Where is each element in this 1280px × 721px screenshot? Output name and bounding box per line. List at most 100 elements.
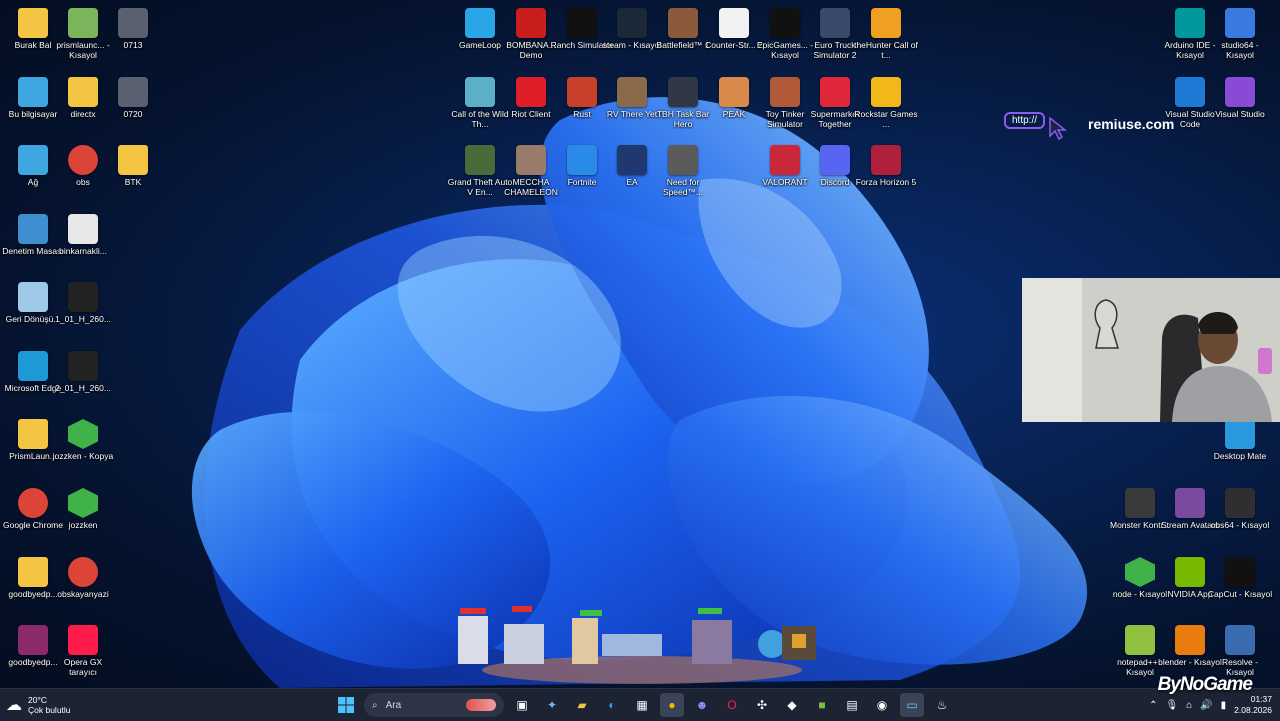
battery-icon[interactable]: ▮ bbox=[1221, 700, 1227, 711]
volume-icon[interactable]: 🔊 bbox=[1200, 700, 1212, 711]
ea-icon bbox=[617, 145, 647, 175]
desktop-shortcut-label: 0720 bbox=[123, 109, 143, 119]
taskbar: ☁ 20°C Çok bulutlu ⌕ Ara ▣ ✦ ▰ ◐ ▦ ● ☻ O… bbox=[0, 688, 1280, 721]
desktop-shortcut[interactable]: Need for Speed™... bbox=[650, 141, 716, 207]
document-icon bbox=[719, 8, 749, 38]
stream-watermark: http:// remiuse.com bbox=[1004, 108, 1184, 142]
desktop-shortcut[interactable]: theHunter Call of t... bbox=[853, 4, 919, 70]
arduino-icon bbox=[1175, 8, 1205, 38]
taskbar-search[interactable]: ⌕ Ara bbox=[364, 693, 504, 717]
monster-icon bbox=[1125, 488, 1155, 518]
desktop-shortcut[interactable]: binkarnakli... bbox=[50, 210, 116, 276]
cursor-icon bbox=[1049, 116, 1068, 140]
desktop-shortcut-label: 2_01_H_260... bbox=[55, 383, 111, 393]
folder-icon bbox=[118, 145, 148, 175]
desktop-shortcut[interactable]: Rockstar Games ... bbox=[853, 73, 919, 139]
weather-widget[interactable]: ☁ 20°C Çok bulutlu bbox=[6, 692, 71, 718]
task-view-icon: ▣ bbox=[516, 698, 528, 712]
clock[interactable]: 01:37 2.08.2026 bbox=[1234, 694, 1272, 716]
valorant-icon bbox=[770, 145, 800, 175]
start-button[interactable] bbox=[334, 693, 358, 717]
euro-truck-icon bbox=[820, 8, 850, 38]
copilot-button[interactable]: ✦ bbox=[540, 693, 564, 717]
file-explorer-icon: ▰ bbox=[577, 698, 587, 712]
desktop-shortcut[interactable]: 2_01_H_260... bbox=[50, 347, 116, 413]
desktop-shortcut[interactable]: jozzken bbox=[50, 484, 116, 550]
desktop-shortcut-label: Opera GX tarayıcı bbox=[63, 657, 103, 677]
store-button[interactable]: ▦ bbox=[630, 693, 654, 717]
need-for-speed-icon bbox=[668, 145, 698, 175]
obs-button[interactable]: ◉ bbox=[870, 693, 894, 717]
riot-client-icon bbox=[516, 77, 546, 107]
desktop-shortcut[interactable]: Desktop Mate bbox=[1207, 415, 1273, 481]
minecraft-button[interactable]: ■ bbox=[810, 693, 834, 717]
terminal-icon: ▤ bbox=[846, 698, 858, 712]
vscode-icon bbox=[1175, 77, 1205, 107]
desktop-shortcut-label: obs64 - Kısayol bbox=[1210, 520, 1270, 530]
steam-button[interactable]: ♨ bbox=[930, 693, 954, 717]
user-folder-icon bbox=[18, 8, 48, 38]
desktop-shortcut[interactable]: jozzken - Kopya bbox=[50, 415, 116, 481]
blender-icon bbox=[1175, 625, 1205, 655]
desktop-shortcut[interactable]: BTK bbox=[100, 141, 166, 207]
notepad-plus-plus-icon bbox=[1125, 625, 1155, 655]
rv-there-yet-icon bbox=[617, 77, 647, 107]
bynogame-logo: ByNoGame bbox=[1157, 674, 1253, 695]
discord-button[interactable]: ☻ bbox=[690, 693, 714, 717]
desktop-shortcut[interactable]: 0720 bbox=[100, 73, 166, 139]
gta-v-icon bbox=[465, 145, 495, 175]
desktop-shortcut[interactable]: obs64 - Kısayol bbox=[1207, 484, 1273, 550]
desktop-shortcut[interactable]: Forza Horizon 5 bbox=[853, 141, 919, 207]
desktop-shortcut[interactable]: CapCut - Kısayol bbox=[1207, 553, 1273, 619]
video-file-icon bbox=[68, 282, 98, 312]
call-of-the-wild-icon bbox=[465, 77, 495, 107]
task-view-button[interactable]: ▣ bbox=[510, 693, 534, 717]
network-icon bbox=[18, 145, 48, 175]
tbh-icon bbox=[668, 77, 698, 107]
rockstar-icon bbox=[871, 77, 901, 107]
desktop-shortcut-label: theHunter Call of t... bbox=[854, 40, 918, 60]
microphone-icon[interactable]: 🎙 bbox=[1165, 700, 1178, 711]
desktop-shortcut-label: jozzken bbox=[68, 520, 98, 530]
window-button[interactable]: ▭ bbox=[900, 693, 924, 717]
webcam-overlay bbox=[1022, 278, 1280, 422]
desktop-shortcut-label: jozzken - Kopya bbox=[52, 451, 114, 461]
chrome-icon bbox=[68, 145, 98, 175]
desktop-shortcut-label: Rockstar Games ... bbox=[854, 109, 918, 129]
edge-icon bbox=[18, 351, 48, 381]
desktop-shortcut[interactable]: 0713 bbox=[100, 4, 166, 70]
desktop-shortcut-label: binkarnakli... bbox=[59, 246, 107, 256]
desktop: Burak Bal prismlaunc... - Kısayol 0713 Bu b… bbox=[0, 0, 1280, 688]
steam-icon: ♨ bbox=[936, 698, 948, 712]
opera-gx-icon: O bbox=[727, 698, 737, 712]
file-explorer-button[interactable]: ▰ bbox=[570, 693, 594, 717]
desktop-shortcut-label: BTK bbox=[124, 177, 142, 187]
edge-button[interactable]: ◐ bbox=[600, 693, 624, 717]
desktop-shortcut-label: studio64 - Kısayol bbox=[1221, 40, 1259, 60]
prism-launcher-icon bbox=[68, 8, 98, 38]
app-button[interactable]: ◆ bbox=[780, 693, 804, 717]
desktop-shortcut[interactable]: Opera GX tarayıcı bbox=[50, 621, 116, 687]
opera-gx-icon bbox=[68, 625, 98, 655]
desktop-shortcut-label: Visual Studio bbox=[1215, 109, 1265, 119]
desktop-shortcut[interactable]: 1_01_H_260... bbox=[50, 278, 116, 344]
clock-date: 2.08.2026 bbox=[1234, 705, 1272, 715]
desktop-shortcut[interactable]: Visual Studio bbox=[1207, 73, 1273, 139]
image-file-icon bbox=[118, 8, 148, 38]
network-icon[interactable]: ⌂ bbox=[1186, 700, 1192, 711]
watermark-http-badge: http:// bbox=[1004, 112, 1046, 129]
video-file-icon bbox=[68, 351, 98, 381]
chevron-up-icon[interactable]: ⌃ bbox=[1149, 700, 1157, 711]
desktop-shortcut-label: Need for Speed™... bbox=[662, 177, 704, 197]
bombana-icon bbox=[516, 8, 546, 38]
opera-gx-button[interactable]: O bbox=[720, 693, 744, 717]
visual-studio-icon bbox=[1225, 77, 1255, 107]
store-icon: ▦ bbox=[636, 698, 648, 712]
green-hex-icon bbox=[68, 488, 98, 518]
desktop-shortcut[interactable]: obskayanyazi bbox=[50, 553, 116, 619]
search-placeholder: Ara bbox=[385, 699, 402, 711]
chrome-button[interactable]: ● bbox=[660, 693, 684, 717]
terminal-button[interactable]: ▤ bbox=[840, 693, 864, 717]
desktop-shortcut[interactable]: studio64 - Kısayol bbox=[1207, 4, 1273, 70]
steam-tool-button[interactable]: ✣ bbox=[750, 693, 774, 717]
